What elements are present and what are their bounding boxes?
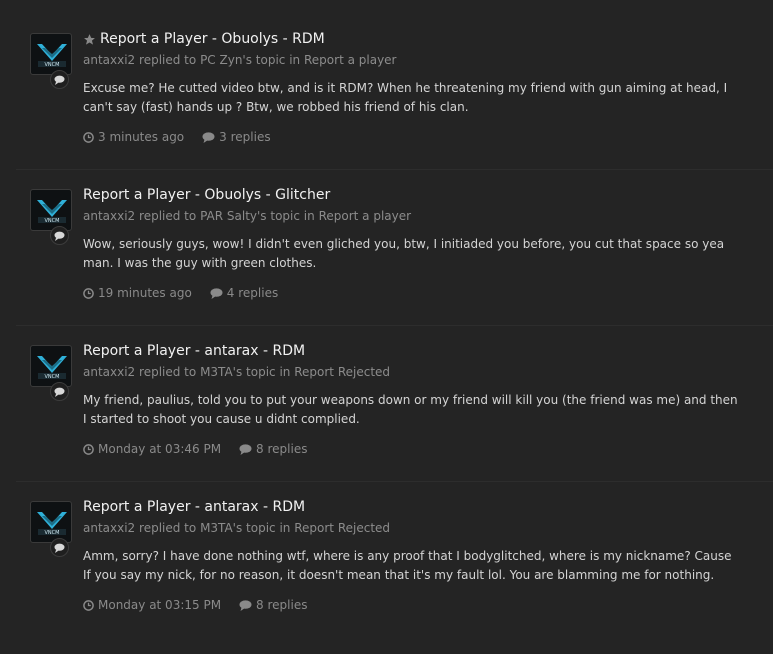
star-icon: [84, 33, 95, 45]
topic-title[interactable]: Report a Player - Obuolys - RDM: [100, 31, 325, 47]
activity-item: VNCM Report a Player - antarax - RDM ant…: [0, 312, 773, 465]
user-avatar[interactable]: VNCM: [30, 501, 72, 543]
replied-to-text: replied to: [139, 521, 197, 535]
topic-title-row: Report a Player - Obuolys - Glitcher: [83, 187, 330, 203]
timestamp[interactable]: 19 minutes ago: [83, 286, 192, 300]
user-avatar[interactable]: VNCM: [30, 189, 72, 231]
clock-icon: [83, 443, 94, 455]
svg-text:VNCM: VNCM: [45, 218, 60, 224]
user-avatar[interactable]: VNCM: [30, 345, 72, 387]
topic-owner-link[interactable]: PC Zyn's topic: [200, 53, 285, 67]
timestamp[interactable]: 3 minutes ago: [83, 130, 184, 144]
replied-to-text: replied to: [139, 365, 197, 379]
author-link[interactable]: antaxxi2: [83, 209, 135, 223]
post-snippet: My friend, paulius, told you to put your…: [83, 393, 738, 426]
topic-title-row: Report a Player - Obuolys - RDM: [83, 31, 325, 47]
replies-count[interactable]: 4 replies: [210, 286, 278, 300]
activity-item: VNCM Report a Player - Obuolys - Glitche…: [0, 156, 773, 309]
forum-link[interactable]: Report a player: [319, 209, 411, 223]
user-avatar[interactable]: VNCM: [30, 33, 72, 75]
replies-text: 8 replies: [256, 442, 308, 456]
timestamp[interactable]: Monday at 03:15 PM: [83, 598, 221, 612]
activity-stats: Monday at 03:46 PM 8 replies: [83, 442, 307, 456]
activity-stats: Monday at 03:15 PM 8 replies: [83, 598, 307, 612]
topic-title[interactable]: Report a Player - antarax - RDM: [83, 499, 305, 515]
clock-icon: [83, 131, 94, 143]
replies-count[interactable]: 8 replies: [239, 442, 307, 456]
author-link[interactable]: antaxxi2: [83, 365, 135, 379]
comment-badge-icon: [50, 70, 69, 89]
timestamp[interactable]: Monday at 03:46 PM: [83, 442, 221, 456]
comment-icon: [202, 131, 215, 143]
replies-text: 4 replies: [226, 286, 279, 300]
activity-stats: 19 minutes ago 4 replies: [83, 286, 278, 300]
topic-title-row: Report a Player - antarax - RDM: [83, 343, 305, 359]
in-text: in: [279, 521, 291, 535]
activity-meta: antaxxi2 replied to M3TA's topic in Repo…: [83, 365, 390, 379]
forum-link[interactable]: Report Rejected: [294, 521, 390, 535]
in-text: in: [303, 209, 315, 223]
topic-title[interactable]: Report a Player - antarax - RDM: [83, 343, 305, 359]
author-link[interactable]: antaxxi2: [83, 521, 135, 535]
post-snippet: Wow, seriously guys, wow! I didn't even …: [83, 237, 725, 270]
topic-owner-link[interactable]: M3TA's topic: [200, 365, 276, 379]
topic-owner-link[interactable]: PAR Salty's topic: [200, 209, 300, 223]
post-snippet: Amm, sorry? I have done nothing wtf, whe…: [83, 549, 732, 582]
activity-meta: antaxxi2 replied to PAR Salty's topic in…: [83, 209, 411, 223]
topic-owner-link[interactable]: M3TA's topic: [200, 521, 276, 535]
replies-count[interactable]: 8 replies: [239, 598, 307, 612]
activity-item: VNCM Report a Player - Obuolys - RDM ant…: [0, 0, 773, 153]
activity-stats: 3 minutes ago 3 replies: [83, 130, 271, 144]
in-text: in: [289, 53, 301, 67]
activity-item: VNCM Report a Player - antarax - RDM ant…: [0, 468, 773, 621]
timestamp-text: Monday at 03:46 PM: [98, 442, 222, 456]
comment-icon: [239, 443, 252, 455]
svg-text:VNCM: VNCM: [45, 62, 60, 68]
comment-badge-icon: [50, 382, 69, 401]
timestamp-text: Monday at 03:15 PM: [98, 598, 222, 612]
activity-meta: antaxxi2 replied to M3TA's topic in Repo…: [83, 521, 390, 535]
comment-badge-icon: [50, 226, 69, 245]
in-text: in: [279, 365, 291, 379]
replied-to-text: replied to: [139, 53, 197, 67]
comment-icon: [210, 287, 223, 299]
replies-count[interactable]: 3 replies: [202, 130, 271, 144]
activity-stream: VNCM Report a Player - Obuolys - RDM ant…: [0, 0, 773, 654]
svg-text:VNCM: VNCM: [45, 530, 60, 536]
author-link[interactable]: antaxxi2: [83, 53, 135, 67]
replied-to-text: replied to: [139, 209, 197, 223]
comment-badge-icon: [50, 538, 69, 557]
activity-meta: antaxxi2 replied to PC Zyn's topic in Re…: [83, 53, 396, 67]
svg-text:VNCM: VNCM: [45, 374, 60, 380]
timestamp-text: 3 minutes ago: [98, 130, 185, 144]
replies-text: 3 replies: [219, 130, 271, 144]
timestamp-text: 19 minutes ago: [98, 286, 192, 300]
comment-icon: [239, 599, 252, 611]
forum-link[interactable]: Report a player: [304, 53, 396, 67]
topic-title-row: Report a Player - antarax - RDM: [83, 499, 305, 515]
replies-text: 8 replies: [256, 598, 308, 612]
forum-link[interactable]: Report Rejected: [294, 365, 390, 379]
post-snippet: Excuse me? He cutted video btw, and is i…: [83, 81, 728, 114]
topic-title[interactable]: Report a Player - Obuolys - Glitcher: [83, 187, 330, 203]
clock-icon: [83, 287, 94, 299]
clock-icon: [83, 599, 94, 611]
